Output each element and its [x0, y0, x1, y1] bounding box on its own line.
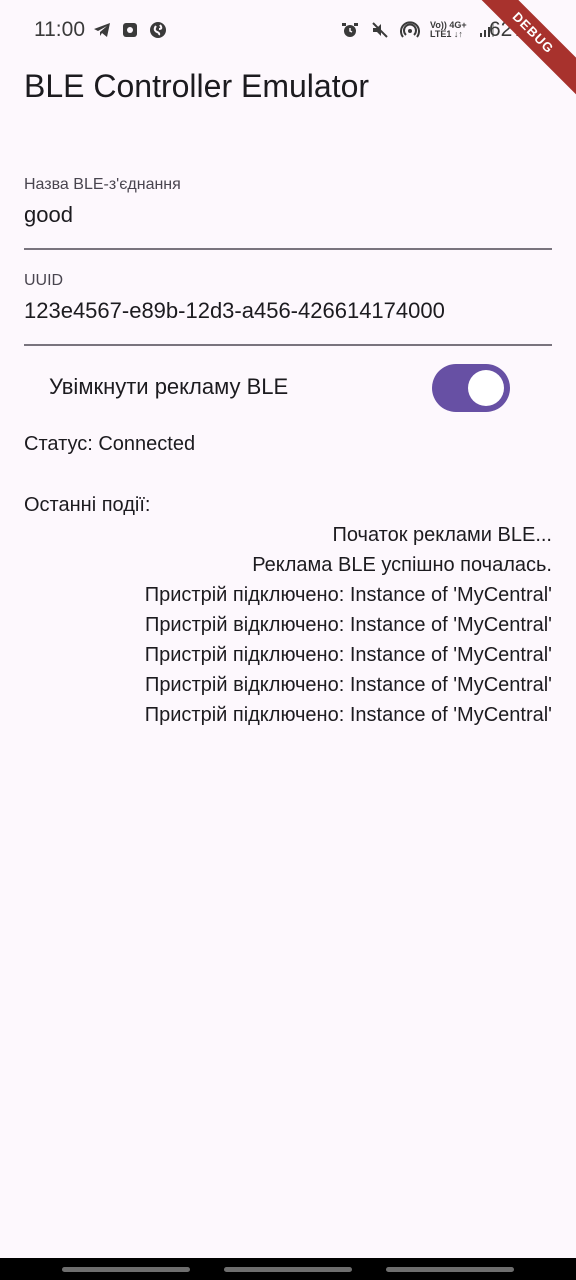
events-title: Останні події:: [24, 494, 151, 516]
connection-status: Статус: Connected: [24, 433, 196, 455]
event-item: Пристрій підключено: Instance of 'MyCent…: [144, 584, 552, 606]
nav-pill-center[interactable]: [224, 1267, 352, 1272]
alarm-icon: [342, 23, 358, 37]
nav-pill-right[interactable]: [386, 1267, 514, 1272]
events-list: Початок реклами BLE... Реклама BLE успіш…: [24, 520, 552, 730]
switch-knob: [468, 370, 504, 406]
connection-name-label: Назва BLE-з'єднання: [24, 176, 181, 193]
notification-box-icon: [123, 23, 137, 37]
event-item: Початок реклами BLE...: [332, 524, 553, 546]
status-time: 11:00: [34, 18, 85, 41]
telegram-icon: [94, 23, 110, 37]
nav-pill-left[interactable]: [62, 1267, 190, 1272]
network-type-label: Vo)) 4G+ LTE1 ↓↑: [430, 21, 467, 39]
event-item: Реклама BLE успішно почалась.: [252, 554, 552, 576]
event-item: Пристрій підключено: Instance of 'MyCent…: [144, 704, 552, 726]
event-item: Пристрій відключено: Instance of 'MyCent…: [144, 614, 552, 636]
uuid-field[interactable]: UUID 123e4567-e89b-12d3-a456-42661417400…: [24, 272, 552, 346]
status-bar: 11:00 Vo)) 4G+ LTE1 ↓↑ 62%: [0, 0, 576, 62]
network-line-2: LTE1 ↓↑: [430, 29, 463, 39]
app-title: BLE Controller Emulator: [24, 68, 370, 104]
uuid-label: UUID: [24, 272, 64, 289]
shazam-icon: [150, 22, 166, 38]
ble-advertising-label: Увімкнути рекламу BLE: [49, 374, 289, 399]
connection-name-underline: [24, 248, 552, 250]
connection-name-field[interactable]: Назва BLE-з'єднання good: [24, 176, 552, 250]
navigation-bar: [0, 1258, 576, 1280]
notification-icons: [92, 20, 168, 40]
mute-icon: [372, 22, 388, 38]
uuid-underline: [24, 344, 552, 346]
event-item: Пристрій відключено: Instance of 'MyCent…: [144, 674, 552, 696]
ble-advertising-switch[interactable]: [432, 364, 510, 412]
system-icons: Vo)) 4G+ LTE1 ↓↑: [340, 20, 497, 40]
connection-name-input[interactable]: good: [24, 202, 552, 228]
hotspot-icon: [400, 21, 420, 38]
event-item: Пристрій підключено: Instance of 'MyCent…: [144, 644, 552, 666]
uuid-input[interactable]: 123e4567-e89b-12d3-a456-426614174000: [24, 298, 552, 324]
ble-advertising-toggle-row[interactable]: Увімкнути рекламу BLE: [24, 362, 552, 414]
